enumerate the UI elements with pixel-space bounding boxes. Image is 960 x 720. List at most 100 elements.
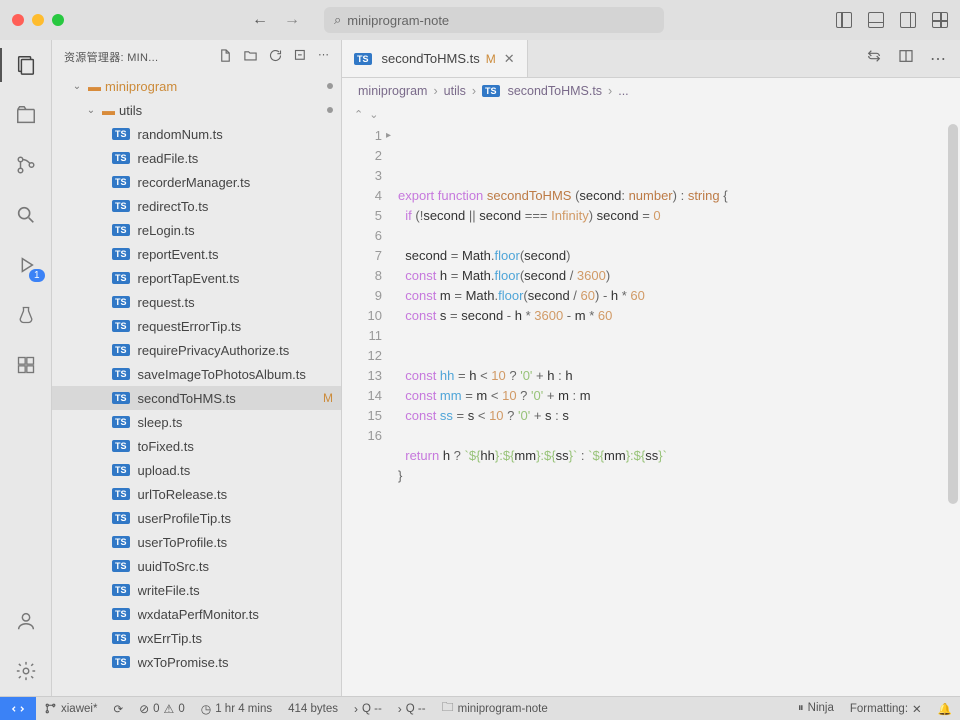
- toggle-primary-sidebar-button[interactable]: [836, 12, 852, 28]
- code-line[interactable]: [398, 486, 960, 506]
- split-editor-button[interactable]: [898, 48, 914, 69]
- ninja-button[interactable]: ⏸ Ninja: [790, 702, 842, 715]
- file-item[interactable]: TSreportTapEvent.ts: [52, 266, 341, 290]
- code-line[interactable]: const h = Math.floor(second / 3600): [398, 266, 960, 286]
- formatting-button[interactable]: Formatting: ✕: [842, 702, 930, 716]
- breadcrumb-more[interactable]: ...: [618, 84, 628, 98]
- maximize-window-button[interactable]: [52, 14, 64, 26]
- chevron-down-icon: ⌄: [70, 81, 84, 92]
- folder-miniprogram[interactable]: ⌄ ▬ miniprogram: [52, 74, 341, 98]
- code-line[interactable]: const m = Math.floor(second / 60) - h * …: [398, 286, 960, 306]
- code-line[interactable]: export function secondToHMS (second: num…: [398, 186, 960, 206]
- file-item[interactable]: TSreadFile.ts: [52, 146, 341, 170]
- testing-activity-button[interactable]: [13, 302, 39, 328]
- new-folder-button[interactable]: [243, 48, 258, 66]
- fold-marker-icon[interactable]: ▸: [386, 126, 391, 146]
- file-size[interactable]: 414 bytes: [280, 697, 346, 720]
- typescript-icon: TS: [112, 152, 130, 164]
- code-body[interactable]: ▸ export function secondToHMS (second: n…: [398, 124, 960, 696]
- code-line[interactable]: [398, 326, 960, 346]
- run-debug-activity-button[interactable]: 1: [13, 252, 39, 278]
- breadcrumbs[interactable]: miniprogram › utils › TS secondToHMS.ts …: [342, 78, 960, 104]
- notifications-button[interactable]: 🔔: [930, 702, 960, 716]
- breadcrumb-file[interactable]: TS secondToHMS.ts: [482, 84, 602, 98]
- file-item[interactable]: TSupload.ts: [52, 458, 341, 482]
- editor-more-button[interactable]: ⋯: [930, 49, 946, 69]
- code-line[interactable]: const mm = m < 10 ? '0' + m : m: [398, 386, 960, 406]
- code-editor[interactable]: 12345678910111213141516 ▸ export functio…: [342, 124, 960, 696]
- compare-changes-button[interactable]: [866, 48, 882, 69]
- file-item[interactable]: TSuuidToSrc.ts: [52, 554, 341, 578]
- typescript-icon: TS: [112, 512, 130, 524]
- file-item[interactable]: TSwxdataPerfMonitor.ts: [52, 602, 341, 626]
- breadcrumb-folder[interactable]: utils: [444, 84, 466, 98]
- sync-button[interactable]: ⟳: [105, 697, 131, 720]
- close-window-button[interactable]: [12, 14, 24, 26]
- chevron-down-icon[interactable]: ⌄: [369, 108, 378, 121]
- minimize-window-button[interactable]: [32, 14, 44, 26]
- code-line[interactable]: return h ? `${hh}:${mm}:${ss}` : `${mm}:…: [398, 446, 960, 466]
- collapse-all-button[interactable]: [293, 48, 308, 66]
- file-item[interactable]: TStoFixed.ts: [52, 434, 341, 458]
- file-item[interactable]: TSredirectTo.ts: [52, 194, 341, 218]
- code-line[interactable]: const hh = h < 10 ? '0' + h : h: [398, 366, 960, 386]
- code-line[interactable]: [398, 426, 960, 446]
- customize-layout-button[interactable]: [932, 12, 948, 28]
- file-item[interactable]: TSuserToProfile.ts: [52, 530, 341, 554]
- nav-forward-button[interactable]: →: [284, 11, 300, 29]
- refresh-button[interactable]: [268, 48, 283, 66]
- warning-icon: ⚠: [164, 702, 175, 716]
- open-editors-activity-button[interactable]: [13, 102, 39, 128]
- command-center[interactable]: ⌕ miniprogram-note: [324, 7, 664, 33]
- chevron-up-icon[interactable]: ⌃: [354, 108, 363, 121]
- file-item[interactable]: TSrequirePrivacyAuthorize.ts: [52, 338, 341, 362]
- folder-utils[interactable]: ⌄ ▬ utils: [52, 98, 341, 122]
- file-item[interactable]: TSwxErrTip.ts: [52, 626, 341, 650]
- close-tab-button[interactable]: ✕: [504, 51, 515, 67]
- vertical-scrollbar[interactable]: [948, 124, 958, 504]
- file-tree[interactable]: ⌄ ▬ miniprogram ⌄ ▬ utils TSrandomNum.ts…: [52, 74, 341, 696]
- settings-button[interactable]: [13, 658, 39, 684]
- code-line[interactable]: second = Math.floor(second): [398, 246, 960, 266]
- wakatime-button[interactable]: ◷ 1 hr 4 mins: [193, 697, 280, 720]
- file-item[interactable]: TSrecorderManager.ts: [52, 170, 341, 194]
- toggle-secondary-sidebar-button[interactable]: [900, 12, 916, 28]
- file-item[interactable]: TSrequest.ts: [52, 290, 341, 314]
- chevron-right-icon: ›: [472, 84, 476, 98]
- debug-badge: 1: [29, 269, 45, 282]
- accounts-button[interactable]: [13, 608, 39, 634]
- file-item[interactable]: TSuserProfileTip.ts: [52, 506, 341, 530]
- file-item[interactable]: TSreportEvent.ts: [52, 242, 341, 266]
- file-item[interactable]: TSreLogin.ts: [52, 218, 341, 242]
- indicator-q1[interactable]: › Q --: [346, 697, 390, 720]
- git-branch-button[interactable]: xiawei*: [36, 697, 105, 720]
- indicator-q2[interactable]: › Q --: [390, 697, 434, 720]
- remote-button[interactable]: [0, 697, 36, 720]
- file-item[interactable]: TSurlToRelease.ts: [52, 482, 341, 506]
- extensions-activity-button[interactable]: [13, 352, 39, 378]
- code-line[interactable]: [398, 346, 960, 366]
- toggle-panel-button[interactable]: [868, 12, 884, 28]
- explorer-activity-button[interactable]: [13, 52, 39, 78]
- problems-button[interactable]: ⊘0 ⚠0: [131, 697, 193, 720]
- project-name-button[interactable]: 🗀 miniprogram-note: [434, 697, 556, 720]
- file-item[interactable]: TSrandomNum.ts: [52, 122, 341, 146]
- code-line[interactable]: const s = second - h * 3600 - m * 60: [398, 306, 960, 326]
- nav-back-button[interactable]: ←: [252, 11, 268, 29]
- file-item[interactable]: TSsleep.ts: [52, 410, 341, 434]
- file-item[interactable]: TSsecondToHMS.tsM: [52, 386, 341, 410]
- code-line[interactable]: if (!second || second === Infinity) seco…: [398, 206, 960, 226]
- file-item[interactable]: TSrequestErrorTip.ts: [52, 314, 341, 338]
- code-line[interactable]: [398, 226, 960, 246]
- more-actions-button[interactable]: ⋯: [318, 48, 329, 66]
- breadcrumb-folder[interactable]: miniprogram: [358, 84, 427, 98]
- file-item[interactable]: TSsaveImageToPhotosAlbum.ts: [52, 362, 341, 386]
- file-item[interactable]: TSwriteFile.ts: [52, 578, 341, 602]
- code-line[interactable]: const ss = s < 10 ? '0' + s : s: [398, 406, 960, 426]
- new-file-button[interactable]: [218, 48, 233, 66]
- tab-secondtohms[interactable]: TS secondToHMS.ts M ✕: [342, 40, 528, 77]
- source-control-activity-button[interactable]: [13, 152, 39, 178]
- file-item[interactable]: TSwxToPromise.ts: [52, 650, 341, 674]
- search-activity-button[interactable]: [13, 202, 39, 228]
- code-line[interactable]: }: [398, 466, 960, 486]
